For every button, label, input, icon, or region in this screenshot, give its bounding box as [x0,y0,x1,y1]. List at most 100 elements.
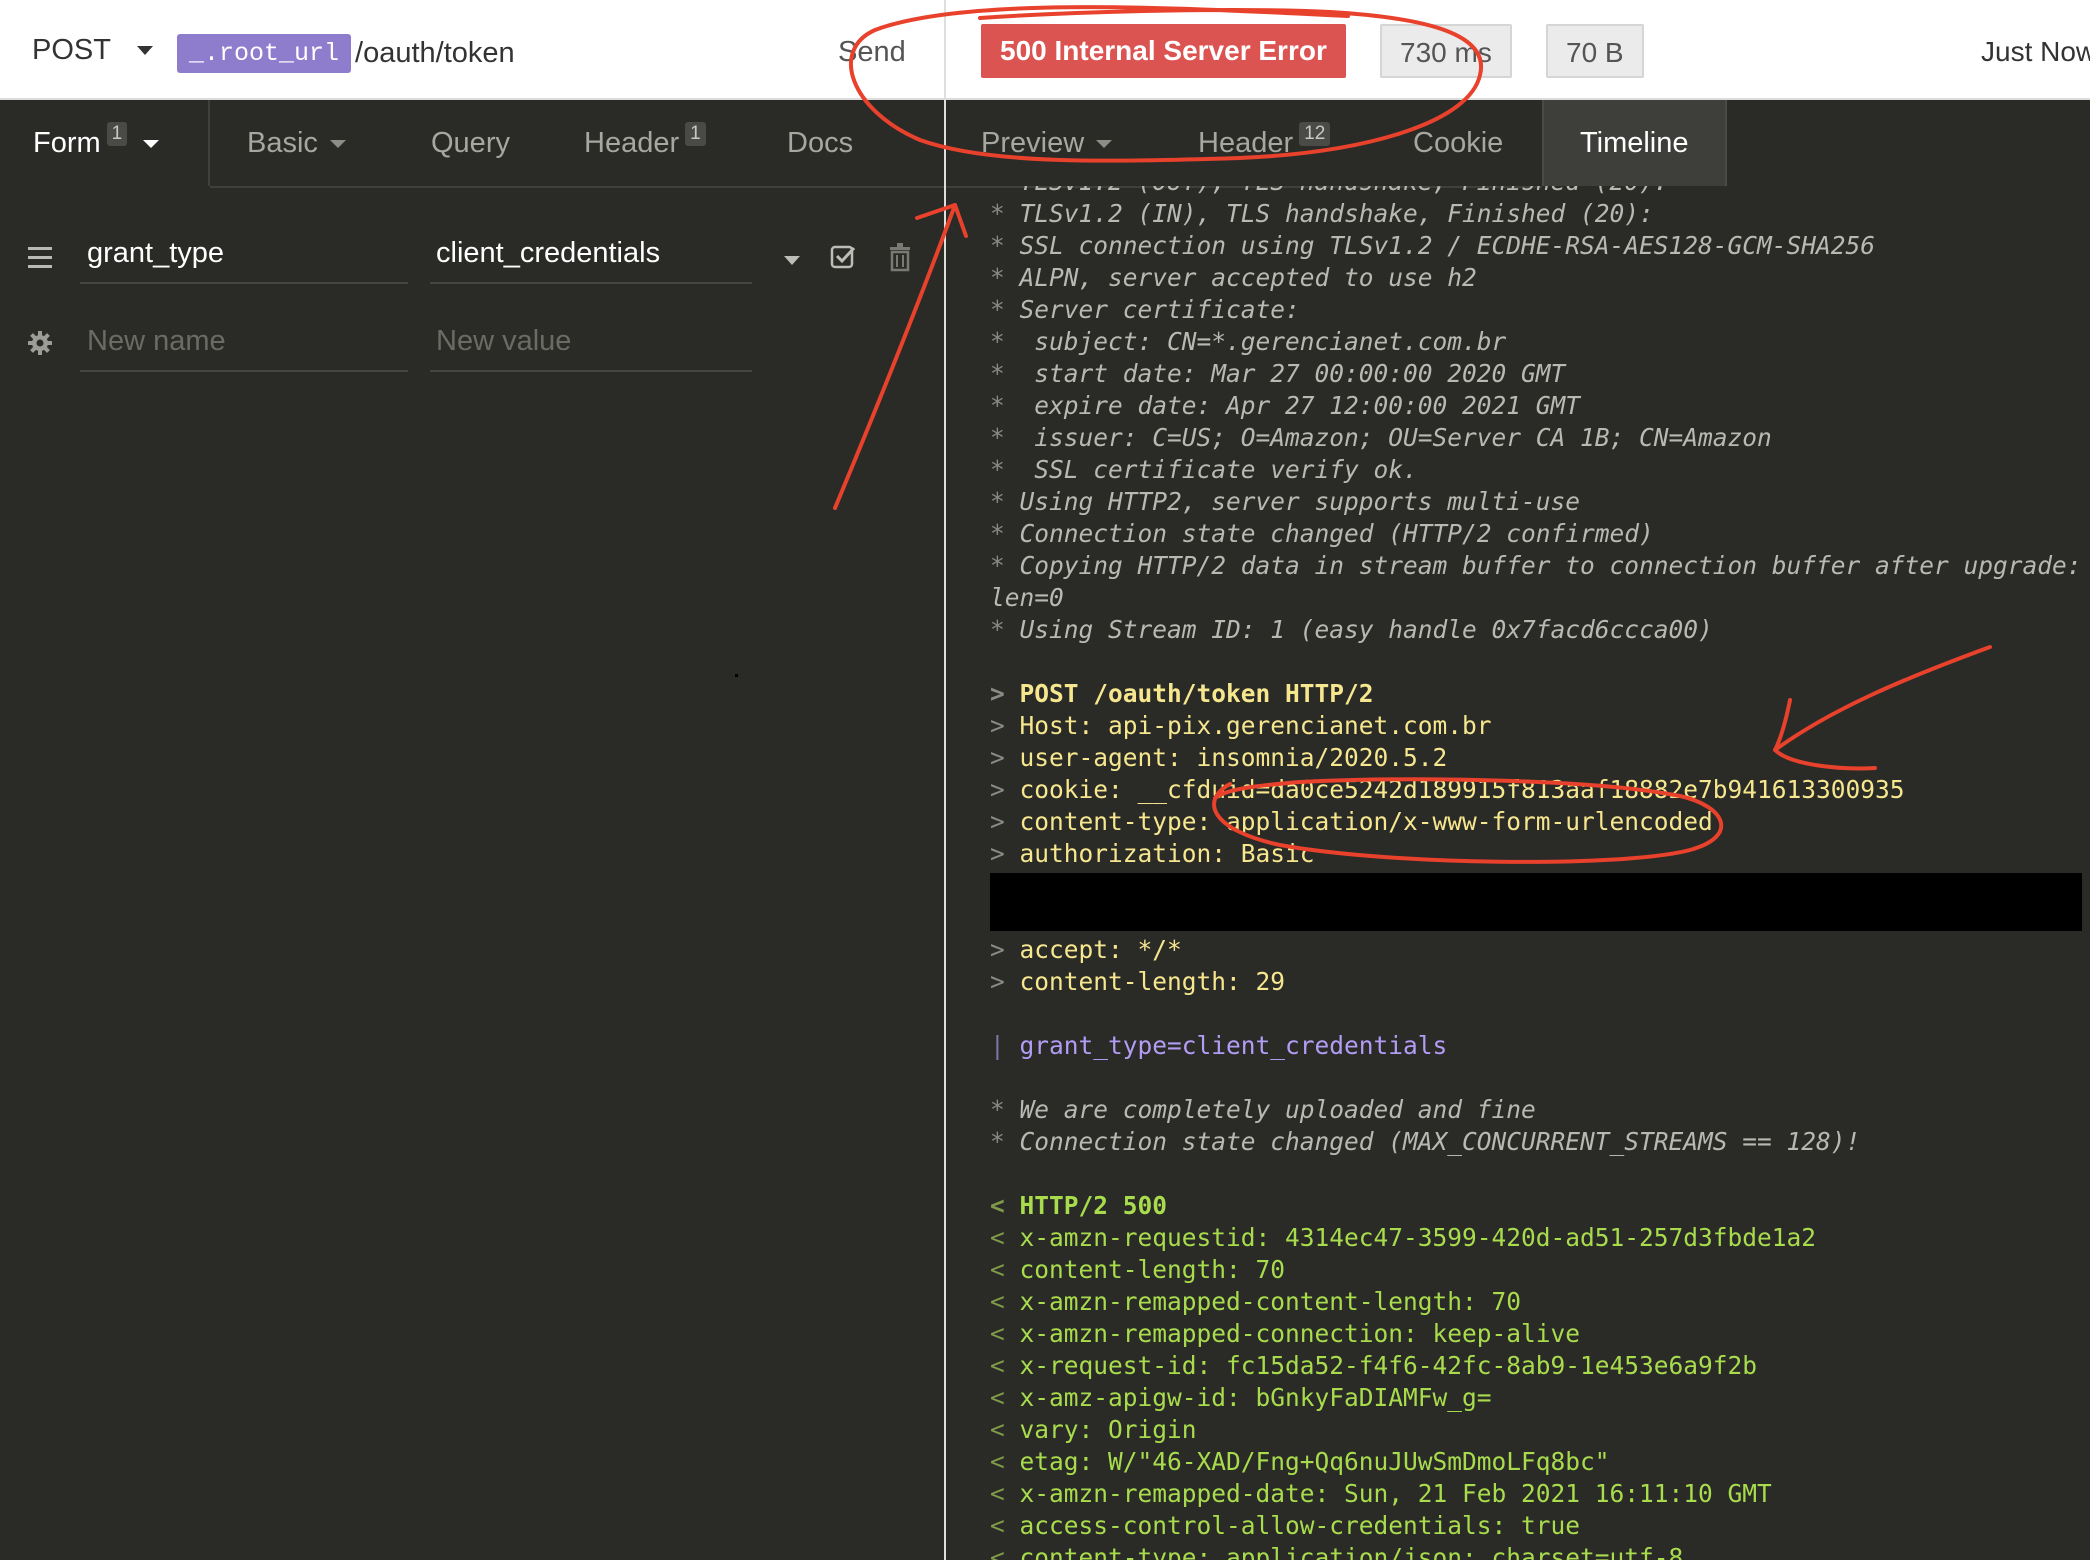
tab-query-label: Query [431,127,510,159]
timeline-line-text: etag: W/"46-XAD/Fng+Qq6nuJUwSmDmoLFq8bc" [1019,1447,1610,1476]
param-value-input[interactable]: client_credentials [430,224,752,284]
timeline-line-text: ALPN, server accepted to use h2 [1019,263,1477,292]
timeline-line: * ALPN, server accepted to use h2 [990,262,1477,294]
timeline-line-spacer [1005,359,1020,388]
tab-cookie-label: Cookie [1413,127,1504,159]
timeline-line: len=0 [990,582,1064,614]
timeline-line-prefix: < [990,1351,1005,1380]
pane-divider[interactable] [944,0,946,1560]
timeline-line-text: start date: Mar 27 00:00:00 2020 GMT [1019,359,1566,388]
timeline-line-spacer [1005,1287,1020,1316]
timeline-line-spacer [1005,423,1020,452]
timeline-line: * expire date: Apr 27 12:00:00 2021 GMT [990,390,1580,422]
environment-variable-tag[interactable]: _.root_url [177,34,352,73]
timeline-line: < vary: Origin [990,1414,1197,1446]
timeline-line: * SSL certificate verify ok. [990,454,1418,486]
timeline-line-text: cookie: __cfduid=da0ce5242d189915f813aaf… [1019,775,1905,804]
timeline-line: * start date: Mar 27 00:00:00 2020 GMT [990,358,1565,390]
timeline-line: < content-length: 70 [990,1254,1285,1286]
timeline-line-prefix: < [990,1511,1005,1540]
timeline-line-prefix: * [990,487,1005,516]
timeline-line-prefix: * [990,519,1005,548]
tab-response-header-count: 12 [1299,122,1331,146]
url-path: /oauth/token [355,37,515,69]
timeline-line-text: len=0 [990,583,1064,612]
method-label: POST [32,34,111,66]
timeline-line: < x-amzn-requestid: 4314ec47-3599-420d-a… [990,1222,1816,1254]
timeline-line-text: accept: */* [1019,935,1182,964]
timeline-line-spacer [1005,519,1020,548]
timeline-line: < x-amzn-remapped-date: Sun, 21 Feb 2021… [990,1478,1772,1510]
timeline-line: * We are completely uploaded and fine [990,1094,1536,1126]
timeline-line-text: POST /oauth/token HTTP/2 [1019,679,1374,708]
tab-basic-label: Basic [247,127,318,159]
timeline-line-spacer [1005,967,1020,996]
timeline-line-prefix: < [990,1447,1005,1476]
checkbox-checked-icon[interactable] [830,244,856,270]
new-name-input[interactable]: New name [80,312,408,372]
send-button[interactable]: Send [838,36,906,69]
response-time-badge: 730 ms [1380,24,1512,78]
timeline-line-spacer [1005,391,1020,420]
timeline-line: | grant_type=client_credentials [990,1030,1447,1062]
timeline-line-spacer [1005,711,1020,740]
tab-query[interactable]: Query [431,100,510,186]
chevron-down-icon[interactable] [784,256,800,265]
timeline-line: * SSL connection using TLSv1.2 / ECDHE-R… [990,230,1875,262]
timeline-line-text: subject: CN=*.gerencianet.com.br [1019,327,1507,356]
timeline-line-spacer [1005,1319,1020,1348]
timeline-line-prefix: * [990,423,1005,452]
timeline-line-prefix: > [990,711,1005,740]
timeline-line-text: Connection state changed (MAX_CONCURRENT… [1019,1127,1861,1156]
timeline-line-text: x-amzn-remapped-content-length: 70 [1019,1287,1522,1316]
form-param-row: grant_type client_credentials [0,224,944,294]
timeline-line-prefix: > [990,807,1005,836]
tab-docs[interactable]: Docs [787,100,853,186]
status-badge: 500 Internal Server Error [981,24,1346,78]
timeline-line-prefix: * [990,551,1005,580]
timeline-line-prefix: * [990,231,1005,260]
response-meta-bar: 500 Internal Server Error 730 ms 70 B Ju… [946,0,2090,100]
timeline-line-spacer [1005,199,1020,228]
tab-preview[interactable]: Preview [981,100,1113,186]
timeline-line-prefix: > [990,775,1005,804]
timeline-line-spacer [1005,1479,1020,1508]
stray-dot [735,674,738,677]
drag-handle-icon[interactable] [28,247,52,274]
url-input[interactable]: _.root_url /oauth/token [177,34,515,73]
timeline-line-spacer [1005,807,1020,836]
timeline-line-spacer [1005,1191,1020,1220]
timeline-line-prefix: * [990,615,1005,644]
timeline-line-prefix: * [990,391,1005,420]
timeline-line: < x-request-id: fc15da52-f4f6-42fc-8ab9-… [990,1350,1757,1382]
timeline-line-text: expire date: Apr 27 12:00:00 2021 GMT [1019,391,1581,420]
tab-form[interactable]: Form 1 [0,100,210,186]
response-history-dropdown[interactable]: Just Now [1981,36,2090,68]
new-value-input[interactable]: New value [430,312,752,372]
gear-icon[interactable] [27,330,53,356]
method-dropdown[interactable]: POST [32,34,153,67]
timeline-line: > authorization: Basic [990,838,1315,870]
response-tabs: Preview Header 12 Cookie Timeline [946,100,2090,188]
timeline-line-prefix: > [990,967,1005,996]
tab-response-header[interactable]: Header 12 [1198,100,1331,186]
timeline-line-spacer [1005,231,1020,260]
tab-form-label: Form [33,127,101,159]
timeline-line-text: SSL certificate verify ok. [1019,455,1418,484]
tab-header[interactable]: Header 1 [584,100,706,186]
tab-timeline-label: Timeline [1580,127,1689,159]
timeline-line: < x-amz-apigw-id: bGnkyFaDIAMFw_g= [990,1382,1492,1414]
timeline-line: < HTTP/2 500 [990,1190,1167,1222]
timeline-line-text: content-length: 29 [1019,967,1286,996]
trash-icon[interactable] [888,242,912,272]
tab-timeline[interactable]: Timeline [1542,100,1727,186]
timeline-line-spacer [1005,263,1020,292]
timeline-line-text: user-agent: insomnia/2020.5.2 [1019,743,1448,772]
timeline-line: * Using Stream ID: 1 (easy handle 0x7fac… [990,614,1713,646]
timeline-line-spacer [1005,551,1020,580]
tab-basic[interactable]: Basic [247,100,346,186]
tab-response-header-label: Header [1198,127,1294,159]
tab-cookie[interactable]: Cookie [1413,100,1503,186]
param-name-input[interactable]: grant_type [80,224,408,284]
timeline-line-text: Using Stream ID: 1 (easy handle 0x7facd6… [1019,615,1713,644]
